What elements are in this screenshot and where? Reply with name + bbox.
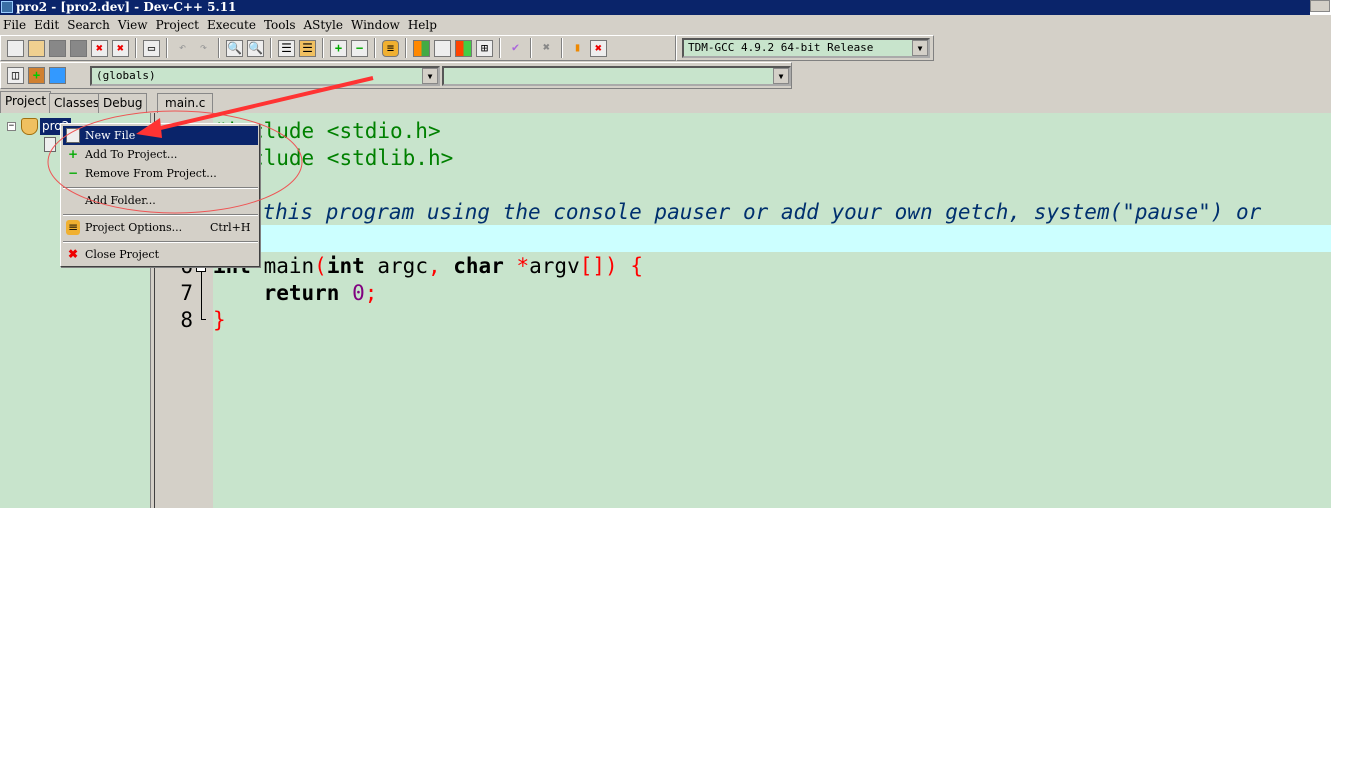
- window-title: pro2 - [pro2.dev] - Dev-C++ 5.11: [16, 0, 237, 14]
- tab-main-c[interactable]: main.c: [157, 93, 214, 113]
- close-file-icon[interactable]: ✖: [91, 39, 108, 57]
- menu-search[interactable]: Search: [64, 16, 115, 34]
- divider: [561, 38, 563, 58]
- remove-from-project-icon[interactable]: −: [351, 39, 368, 57]
- shortcut: Ctrl+H: [210, 221, 251, 234]
- code-line-7: return 0;: [213, 281, 378, 305]
- menu-divider: [63, 241, 258, 243]
- scope-select[interactable]: (globals) ▼: [90, 66, 440, 86]
- code-line-6: int main(int argc, char *argv[]) {: [213, 254, 643, 278]
- divider: [270, 38, 272, 58]
- chevron-down-icon[interactable]: ▼: [773, 68, 789, 84]
- tab-debug[interactable]: Debug: [98, 93, 148, 113]
- menu-divider: [63, 187, 258, 189]
- context-menu: New File + Add To Project... − Remove From…: [60, 123, 260, 267]
- divider: [322, 38, 324, 58]
- close-all-icon[interactable]: ✖: [112, 39, 129, 57]
- bookmark-icon[interactable]: [49, 67, 66, 84]
- divider: [374, 38, 376, 58]
- app-icon: [1, 1, 13, 13]
- file-icon[interactable]: [44, 137, 56, 152]
- menu-item-add-to-project[interactable]: + Add To Project...: [63, 145, 258, 164]
- menu-item-remove-from-project[interactable]: − Remove From Project...: [63, 164, 258, 183]
- title-bar: pro2 - [pro2.dev] - Dev-C++ 5.11: [0, 0, 1310, 15]
- tab-classes[interactable]: Classes: [49, 93, 105, 113]
- current-line-highlight: [213, 225, 1331, 252]
- menu-item-close-project[interactable]: ✖ Close Project: [63, 245, 258, 264]
- find-icon[interactable]: 🔍: [226, 39, 243, 57]
- print-icon[interactable]: ▭: [143, 39, 160, 57]
- code-line-4: /* run this program using the console pa…: [213, 200, 1262, 224]
- chevron-down-icon[interactable]: ▼: [912, 40, 928, 56]
- new-file-icon: [66, 128, 80, 143]
- stop-icon[interactable]: ✖: [538, 40, 555, 57]
- divider: [135, 38, 137, 58]
- replace-icon[interactable]: 🔍: [247, 39, 264, 57]
- menu-execute[interactable]: Execute: [204, 16, 261, 34]
- menu-bar: File Edit Search View Project Execute To…: [0, 16, 442, 34]
- add-to-project-icon[interactable]: +: [330, 39, 347, 57]
- fold-line: [201, 272, 206, 320]
- menu-tools[interactable]: Tools: [261, 16, 301, 34]
- save-all-icon[interactable]: [70, 39, 87, 57]
- menu-view[interactable]: View: [115, 16, 153, 34]
- menu-edit[interactable]: Edit: [31, 16, 64, 34]
- menu-divider: [63, 214, 258, 216]
- window-control-button[interactable]: [1310, 0, 1330, 12]
- menu-project[interactable]: Project: [153, 16, 204, 34]
- indent-icon[interactable]: ☰: [278, 39, 295, 57]
- menu-help[interactable]: Help: [405, 16, 442, 34]
- run-icon[interactable]: [434, 39, 451, 57]
- options-icon: ≡: [66, 220, 80, 235]
- remove-icon: −: [67, 166, 79, 180]
- code-line-8: }: [213, 308, 226, 332]
- delete-profile-icon[interactable]: ✖: [590, 39, 607, 57]
- divider: [166, 38, 168, 58]
- main-toolbar: ✖ ✖ ▭ ↶ ↷ 🔍 🔍 ☰ ☰ + − ≡ ⊞ ✔ ✖ ▮ ✖: [0, 35, 676, 61]
- compile-icon[interactable]: [413, 39, 430, 57]
- code-editor[interactable]: #include <stdio.h> #include <stdlib.h> /…: [213, 113, 1331, 508]
- goto-declaration-icon[interactable]: ◫: [7, 67, 24, 84]
- line-number: 8: [180, 308, 193, 332]
- profile-icon[interactable]: ▮: [569, 40, 586, 57]
- menu-item-project-options[interactable]: ≡ Project Options... Ctrl+H: [63, 218, 258, 237]
- tab-project[interactable]: Project: [0, 91, 52, 113]
- divider: [405, 38, 407, 58]
- scope-value: (globals): [96, 69, 156, 82]
- menu-file[interactable]: File: [0, 16, 31, 34]
- divider: [218, 38, 220, 58]
- divider: [530, 38, 532, 58]
- rebuild-icon[interactable]: ⊞: [476, 39, 493, 57]
- new-icon[interactable]: [7, 39, 24, 57]
- redo-icon[interactable]: ↷: [195, 40, 212, 57]
- compile-run-icon[interactable]: [455, 39, 472, 57]
- open-icon[interactable]: [28, 39, 45, 57]
- menu-item-new-file[interactable]: New File: [63, 126, 258, 145]
- new-class-icon[interactable]: +: [28, 67, 45, 84]
- compiler-value: TDM-GCC 4.9.2 64-bit Release: [688, 41, 874, 54]
- close-icon: ✖: [67, 247, 79, 261]
- chevron-down-icon[interactable]: ▼: [422, 68, 438, 84]
- collapse-icon[interactable]: −: [7, 122, 16, 131]
- goto-line-icon[interactable]: ☰: [299, 39, 316, 57]
- check-syntax-icon[interactable]: ✔: [507, 40, 524, 57]
- undo-icon[interactable]: ↶: [174, 40, 191, 57]
- menu-item-add-folder[interactable]: Add Folder...: [63, 191, 258, 210]
- menu-astyle[interactable]: AStyle: [301, 16, 348, 34]
- project-icon: [21, 118, 38, 135]
- line-number: 7: [180, 281, 193, 305]
- project-options-icon[interactable]: ≡: [382, 39, 399, 57]
- function-select[interactable]: ▼: [442, 66, 791, 86]
- save-icon[interactable]: [49, 39, 66, 57]
- add-icon: +: [67, 147, 79, 161]
- compiler-select[interactable]: TDM-GCC 4.9.2 64-bit Release ▼: [682, 38, 930, 58]
- menu-window[interactable]: Window: [348, 16, 405, 34]
- divider: [499, 38, 501, 58]
